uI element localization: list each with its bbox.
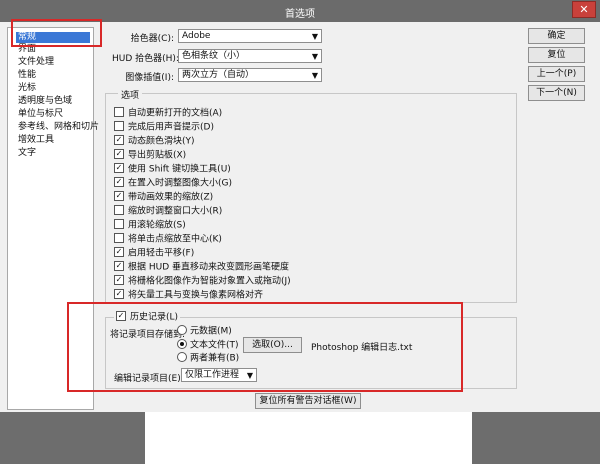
option-label: 自动更新打开的文档(A): [128, 108, 223, 119]
option-label: 导出剪贴板(X): [128, 150, 187, 161]
checkbox-checked-icon: ✓: [114, 289, 124, 299]
radio-icon: [177, 325, 187, 335]
color-picker-label: 拾色器(C):: [130, 34, 174, 44]
color-picker-select[interactable]: Adobe ▼: [178, 29, 322, 43]
option-beep[interactable]: 完成后用声音提示(D): [114, 121, 214, 133]
chevron-down-icon: ▼: [311, 32, 318, 41]
edit-log-value: 仅限工作进程: [185, 370, 240, 380]
radio-text-file[interactable]: 文本文件(T): [177, 339, 239, 351]
radio-selected-icon: [177, 339, 187, 349]
background-panel-right: [472, 412, 600, 464]
option-zoom-resize[interactable]: 缩放时调整窗口大小(R): [114, 205, 223, 217]
sidebar-item-type[interactable]: 文字: [18, 148, 36, 159]
option-shift-switch[interactable]: ✓ 使用 Shift 键切换工具(U): [114, 163, 231, 175]
option-label: 在置入时调整图像大小(G): [128, 178, 232, 189]
option-export-clipboard[interactable]: ✓ 导出剪贴板(X): [114, 149, 187, 161]
radio-both[interactable]: 两者兼有(B): [177, 352, 240, 364]
title-bar: 首选项 ✕: [0, 0, 600, 22]
edit-log-select[interactable]: 仅限工作进程 ▼: [181, 368, 257, 382]
checkbox-checked-icon: ✓: [114, 149, 124, 159]
option-snap-vector[interactable]: ✓ 将矢量工具与变换与像素网格对齐: [114, 289, 264, 301]
hud-picker-label: HUD 拾色器(H):: [112, 54, 179, 64]
interpolation-select[interactable]: 两次立方（自动） ▼: [178, 68, 322, 82]
sidebar-item-guides[interactable]: 参考线、网格和切片: [18, 122, 99, 133]
radio-label: 文本文件(T): [190, 340, 239, 351]
dialog-title: 首选项: [285, 9, 315, 20]
option-smart-object[interactable]: ✓ 将栅格化图像作为智能对象置入或拖动(J): [114, 275, 291, 287]
checkbox-checked-icon: ✓: [114, 275, 124, 285]
checkbox-checked-icon: ✓: [114, 163, 124, 173]
option-label: 用滚轮缩放(S): [128, 220, 186, 231]
option-scroll-zoom[interactable]: 用滚轮缩放(S): [114, 219, 186, 231]
checkbox-checked-icon: ✓: [114, 191, 124, 201]
option-flick-panning[interactable]: ✓ 启用轻击平移(F): [114, 247, 195, 259]
option-label: 动态颜色滑块(Y): [128, 136, 195, 147]
option-animated-zoom[interactable]: ✓ 带动画效果的缩放(Z): [114, 191, 214, 203]
checkbox-icon: [114, 219, 124, 229]
option-auto-update[interactable]: 自动更新打开的文档(A): [114, 107, 223, 119]
choose-file-button[interactable]: 选取(O)...: [243, 337, 302, 353]
sidebar-list: 常规 界面 文件处理 性能 光标 透明度与色域 单位与标尺 参考线、网格和切片 …: [7, 27, 99, 410]
option-label: 带动画效果的缩放(Z): [128, 192, 214, 203]
close-button[interactable]: ✕: [572, 1, 596, 18]
next-button[interactable]: 下一个(N): [528, 85, 585, 101]
sidebar-item-general[interactable]: 常规: [16, 32, 90, 43]
history-file-name: Photoshop 编辑日志.txt: [311, 343, 413, 353]
background-panel-left: [0, 412, 145, 464]
options-group-title: 选项: [118, 88, 143, 101]
reset-warnings-button[interactable]: 复位所有警告对话框(W): [255, 393, 361, 409]
checkbox-checked-icon: ✓: [114, 261, 124, 271]
history-enable-checkbox[interactable]: ✓ 历史记录(L): [114, 311, 181, 323]
checkbox-icon: [114, 233, 124, 243]
ok-button[interactable]: 确定: [528, 28, 585, 44]
radio-icon: [177, 352, 187, 362]
option-label: 启用轻击平移(F): [128, 248, 195, 259]
prev-button[interactable]: 上一个(P): [528, 66, 585, 82]
option-label: 根据 HUD 垂直移动来改变圆形画笔硬度: [128, 262, 290, 273]
hud-picker-select[interactable]: 色相条纹（小） ▼: [178, 49, 322, 63]
option-label: 将单击点缩放至中心(K): [128, 234, 222, 245]
checkbox-checked-icon: ✓: [114, 247, 124, 257]
sidebar-item-cursors[interactable]: 光标: [18, 83, 36, 94]
checkbox-icon: [114, 205, 124, 215]
sidebar-item-plugins[interactable]: 增效工具: [18, 135, 54, 146]
option-label: 将栅格化图像作为智能对象置入或拖动(J): [128, 276, 291, 287]
checkbox-icon: [114, 107, 124, 117]
chevron-down-icon: ▼: [246, 371, 253, 380]
option-label: 缩放时调整窗口大小(R): [128, 206, 223, 217]
checkbox-checked-icon: ✓: [114, 177, 124, 187]
sidebar-item-performance[interactable]: 性能: [18, 70, 36, 81]
option-resize-on-place[interactable]: ✓ 在置入时调整图像大小(G): [114, 177, 232, 189]
option-label: 将矢量工具与变换与像素网格对齐: [128, 290, 264, 301]
sidebar-item-transparency[interactable]: 透明度与色域: [18, 96, 72, 107]
option-hud-hardness[interactable]: ✓ 根据 HUD 垂直移动来改变圆形画笔硬度: [114, 261, 290, 273]
interpolation-value: 两次立方（自动）: [182, 70, 255, 80]
interpolation-label: 图像插值(I):: [125, 73, 174, 83]
reset-button[interactable]: 复位: [528, 47, 585, 63]
option-zoom-center[interactable]: 将单击点缩放至中心(K): [114, 233, 222, 245]
preferences-dialog: 首选项 ✕ 常规 界面 文件处理 性能 光标 透明度与色域 单位与标尺 参考线、…: [0, 0, 600, 412]
option-label: 完成后用声音提示(D): [128, 122, 214, 133]
sidebar-item-units[interactable]: 单位与标尺: [18, 109, 63, 120]
chevron-down-icon: ▼: [311, 71, 318, 80]
edit-log-label: 编辑记录项目(E):: [114, 374, 184, 384]
option-dynamic-sliders[interactable]: ✓ 动态颜色滑块(Y): [114, 135, 195, 147]
checkbox-checked-icon: ✓: [114, 135, 124, 145]
checkbox-checked-icon: ✓: [116, 311, 126, 321]
option-label: 使用 Shift 键切换工具(U): [128, 164, 231, 175]
history-save-to-label: 将记录项目存储到:: [110, 330, 186, 340]
color-picker-value: Adobe: [182, 31, 211, 41]
hud-picker-value: 色相条纹（小）: [182, 51, 246, 61]
sidebar-item-interface[interactable]: 界面: [18, 44, 36, 55]
radio-label: 元数据(M): [190, 326, 232, 337]
radio-metadata[interactable]: 元数据(M): [177, 325, 232, 337]
checkbox-icon: [114, 121, 124, 131]
sidebar-item-file-handling[interactable]: 文件处理: [18, 57, 54, 68]
history-enable-label: 历史记录(L): [130, 312, 179, 323]
radio-label: 两者兼有(B): [190, 353, 240, 364]
chevron-down-icon: ▼: [311, 52, 318, 61]
